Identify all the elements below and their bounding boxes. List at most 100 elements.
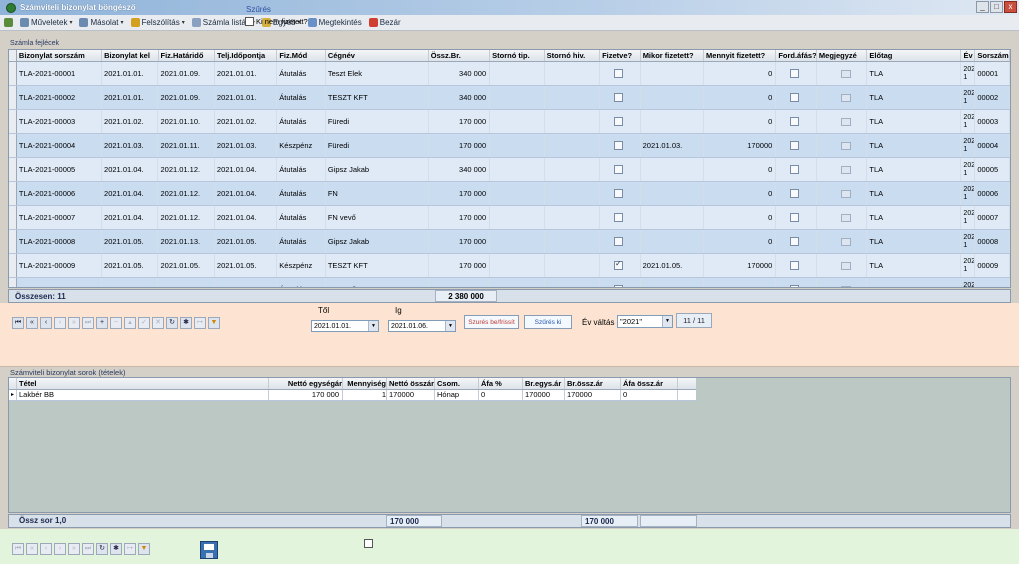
- memo-icon[interactable]: [840, 93, 851, 102]
- reverse-vat-checkbox[interactable]: [790, 93, 800, 102]
- reverse-vat-checkbox[interactable]: [790, 117, 800, 126]
- prev-record-icon[interactable]: ‹: [40, 317, 52, 329]
- column-header[interactable]: Br.össz.ár: [565, 378, 621, 389]
- bookmark-icon[interactable]: ✱: [180, 317, 192, 329]
- row-marker[interactable]: [9, 182, 17, 205]
- reverse-vat-checkbox[interactable]: [790, 69, 800, 78]
- toolbar-item-0[interactable]: [4, 18, 13, 27]
- paid-checkbox[interactable]: [614, 93, 624, 102]
- column-header[interactable]: Mennyit fizetett?: [704, 50, 777, 61]
- close-window-button[interactable]: x: [1004, 1, 1017, 13]
- column-header[interactable]: Stornó hiv.: [545, 50, 601, 61]
- table-row[interactable]: TLA-2021-00002 2021.01.01. 2021.01.09. 2021…: [9, 86, 1010, 110]
- lines-filter-icon[interactable]: ▼: [138, 543, 150, 555]
- year-select[interactable]: "2021" ▼: [617, 315, 673, 328]
- paid-checkbox[interactable]: [614, 285, 624, 287]
- column-header[interactable]: Össz.Br.: [429, 50, 491, 61]
- save-icon[interactable]: [200, 541, 218, 559]
- memo-icon[interactable]: [840, 189, 851, 198]
- reverse-vat-checkbox[interactable]: [790, 285, 800, 287]
- reverse-vat-checkbox[interactable]: [790, 189, 800, 198]
- cancel-icon[interactable]: ✕: [152, 317, 164, 329]
- panel-splitter[interactable]: [0, 351, 1019, 367]
- paid-checkbox[interactable]: [614, 237, 624, 246]
- delete-icon[interactable]: −: [110, 317, 122, 329]
- memo-icon[interactable]: [840, 237, 851, 246]
- memo-icon[interactable]: [840, 285, 851, 287]
- row-marker[interactable]: [9, 110, 17, 133]
- table-row[interactable]: TLA-2021-00007 2021.01.04. 2021.01.12. 2021…: [9, 206, 1010, 230]
- toolbar-item-3[interactable]: Felszólítás ▾: [130, 18, 185, 27]
- row-marker[interactable]: [9, 230, 17, 253]
- column-header[interactable]: Mennyiség: [343, 378, 387, 389]
- column-header[interactable]: Fiz.Mód: [277, 50, 326, 61]
- refresh-icon[interactable]: ↻: [166, 317, 178, 329]
- row-marker[interactable]: [9, 134, 17, 157]
- lines-last-icon[interactable]: ⏭: [82, 543, 94, 555]
- table-row[interactable]: TLA-2021-00006 2021.01.04. 2021.01.12. 2021…: [9, 182, 1010, 206]
- column-header[interactable]: Mikor fizetett?: [641, 50, 705, 61]
- prev-page-icon[interactable]: «: [26, 317, 38, 329]
- column-header[interactable]: Fiz.Határidő: [159, 50, 215, 61]
- bottom-checkbox[interactable]: [364, 539, 373, 548]
- toolbar-item-6[interactable]: Megtekintés: [307, 18, 362, 27]
- table-row[interactable]: TLA-2021-00001 2021.01.01. 2021.01.09. 2021…: [9, 62, 1010, 86]
- column-header[interactable]: Csom.: [435, 378, 479, 389]
- invoice-grid[interactable]: Bizonylat sorszám Bizonylat kel Fiz.Határi…: [8, 49, 1011, 288]
- toolbar-item-1[interactable]: Műveletek ▾: [20, 18, 72, 27]
- filter-off-button[interactable]: Szűrés ki: [524, 315, 572, 329]
- filter-icon[interactable]: ▼: [208, 317, 220, 329]
- column-header[interactable]: Telj.Időpontja: [215, 50, 278, 61]
- apply-filter-button[interactable]: Szurés be/frissít: [464, 315, 519, 329]
- memo-icon[interactable]: [840, 165, 851, 174]
- reverse-vat-checkbox[interactable]: [790, 237, 800, 246]
- toolbar-item-2[interactable]: Másolat ▾: [79, 18, 124, 27]
- column-header[interactable]: Év: [961, 50, 976, 61]
- reverse-vat-checkbox[interactable]: [790, 213, 800, 222]
- column-header[interactable]: Br.egys.ár: [523, 378, 565, 389]
- next-record-icon[interactable]: ›: [54, 317, 66, 329]
- paid-checkbox[interactable]: [614, 141, 624, 150]
- toolbar-item-7[interactable]: Bezár: [368, 18, 401, 27]
- memo-icon[interactable]: [840, 141, 851, 150]
- paid-checkbox[interactable]: [614, 69, 624, 78]
- unpaid-checkbox-box[interactable]: [245, 17, 254, 26]
- year-dropdown-icon[interactable]: ▼: [662, 316, 672, 327]
- to-date-dropdown-icon[interactable]: ▼: [445, 321, 455, 331]
- table-row[interactable]: TLA-2021-00005 2021.01.04. 2021.01.12. 2021…: [9, 158, 1010, 182]
- from-date-dropdown-icon[interactable]: ▼: [368, 321, 378, 331]
- lines-prev-icon[interactable]: ‹: [40, 543, 52, 555]
- list-item[interactable]: ▸ Lakbér BB 170 000 1 170000 Hónap 0 170000 1700…: [9, 390, 696, 401]
- reverse-vat-checkbox[interactable]: [790, 141, 800, 150]
- column-header[interactable]: Bizonylat kel: [102, 50, 159, 61]
- column-header[interactable]: Fizetve?: [600, 50, 641, 61]
- paid-checkbox[interactable]: [614, 165, 624, 174]
- reverse-vat-checkbox[interactable]: [790, 261, 800, 270]
- edit-icon[interactable]: ▴: [124, 317, 136, 329]
- row-marker[interactable]: [9, 278, 17, 287]
- minimize-button[interactable]: _: [976, 1, 989, 13]
- reverse-vat-checkbox[interactable]: [790, 165, 800, 174]
- memo-icon[interactable]: [840, 213, 851, 222]
- first-record-icon[interactable]: ⏮: [12, 317, 24, 329]
- lines-bookmark-icon[interactable]: ✱: [110, 543, 122, 555]
- column-header[interactable]: Megjegyzé: [817, 50, 868, 61]
- invoice-lines-grid[interactable]: Tétel Nettó egységár Mennyiség Nettó összár…: [8, 377, 1011, 513]
- table-row[interactable]: TLA-2021-00009 2021.01.05. 2021.01.05. 2021…: [9, 254, 1010, 278]
- lines-goto-icon[interactable]: ↦: [124, 543, 136, 555]
- memo-icon[interactable]: [840, 69, 851, 78]
- row-marker[interactable]: [9, 86, 17, 109]
- from-date-input[interactable]: 2021.01.01. ▼: [311, 320, 379, 332]
- goto-bookmark-icon[interactable]: ↦: [194, 317, 206, 329]
- table-row[interactable]: TLA-2021-00003 2021.01.02. 2021.01.10. 2021…: [9, 110, 1010, 134]
- column-header[interactable]: Nettó összár: [387, 378, 435, 389]
- table-row[interactable]: TLA-2021-000102021.01.05.2021.01.13.2021…: [9, 278, 1010, 287]
- insert-icon[interactable]: +: [96, 317, 108, 329]
- lines-refresh-icon[interactable]: ↻: [96, 543, 108, 555]
- memo-icon[interactable]: [840, 261, 851, 270]
- lines-next-icon[interactable]: ›: [54, 543, 66, 555]
- memo-icon[interactable]: [840, 117, 851, 126]
- paid-checkbox[interactable]: [614, 117, 624, 126]
- paid-checkbox[interactable]: [614, 213, 624, 222]
- column-header[interactable]: Stornó tip.: [490, 50, 545, 61]
